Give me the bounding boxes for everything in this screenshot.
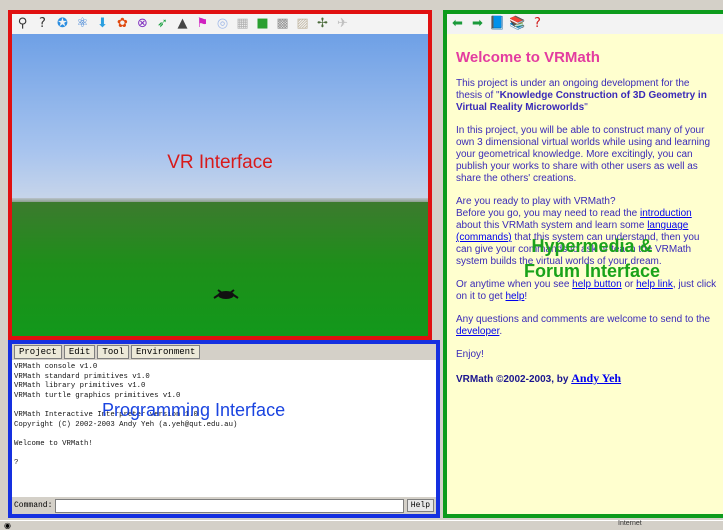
security-zone: Internet	[618, 520, 642, 527]
help-link[interactable]: help	[505, 291, 524, 302]
command-label: Command:	[14, 501, 53, 510]
menu-project[interactable]: Project	[14, 345, 62, 359]
atom-icon[interactable]: ⚛	[74, 16, 91, 32]
developer-link[interactable]: developer	[456, 326, 499, 337]
welcome-content: Welcome to VRMath This project is under …	[456, 49, 718, 397]
hypermedia-toolbar: ⬅ ➡ 📘 📚?	[447, 14, 723, 34]
programming-interface-label: Programming Interface	[102, 400, 286, 420]
copyright-line: VRMath ©2002-2003, by Andy Yeh	[456, 371, 622, 385]
introduction-link[interactable]: introduction	[640, 208, 692, 219]
programming-interface-panel: Project Edit Tool Environment VRMath consol…	[8, 340, 440, 518]
sphere-icon[interactable]: ◎	[214, 16, 231, 32]
vr-ground	[12, 202, 428, 336]
box-icon[interactable]: ▨	[294, 16, 311, 32]
command-bar: Command: Help	[12, 497, 436, 514]
programming-menubar: Project Edit Tool Environment	[12, 344, 436, 360]
download-icon[interactable]: ⬇	[94, 16, 111, 32]
console-line: VRMath standard primitives v1.0	[14, 372, 150, 381]
forward-icon[interactable]: ➡	[469, 16, 486, 32]
vr-sky	[12, 34, 428, 202]
cone-icon[interactable]: ▲	[174, 16, 191, 32]
plane-icon[interactable]: ✈	[334, 16, 351, 32]
console-line: ?	[14, 458, 19, 467]
grid-icon[interactable]: ▦	[234, 16, 251, 32]
hypermedia-forum-panel: ⬅ ➡ 📘 📚? Welcome to VRMath This project is …	[443, 10, 723, 518]
dropper-icon[interactable]: ⚲	[14, 16, 31, 32]
cross-circle-icon[interactable]: ⊗	[134, 16, 151, 32]
book-icon[interactable]: 📘	[489, 16, 506, 32]
cube-icon[interactable]: ■	[254, 16, 271, 32]
turtle-icon[interactable]	[211, 286, 241, 302]
arrow-curve-icon[interactable]: ➶	[154, 16, 171, 32]
help-cursor-icon[interactable]: ?	[34, 16, 51, 32]
console-line: VRMath library primitives v1.0	[14, 382, 146, 391]
intro-paragraph: In this project, you will be able to con…	[456, 125, 711, 184]
turtle-icon[interactable]: ✢	[314, 16, 331, 32]
vr-interface-panel[interactable]: ⚲? ✪ ⚛ ⬇ ✿ ⊗ ➶ ▲ ⚑ ◎ ▦ ■ ▩ ▨ ✢ ✈ VR Interface	[8, 10, 432, 340]
star-icon[interactable]: ✪	[54, 16, 71, 32]
author-link[interactable]: Andy Yeh	[571, 371, 621, 385]
welcome-title: Welcome to VRMath	[456, 49, 600, 66]
ready-paragraph: Are you ready to play with VRMath?	[456, 196, 616, 207]
contact-paragraph: Any questions and comments are welcome t…	[456, 314, 711, 337]
help-button[interactable]: Help	[406, 499, 434, 512]
enjoy-text: Enjoy!	[456, 349, 484, 360]
checker-icon[interactable]: ▩	[274, 16, 291, 32]
flower-icon[interactable]: ✿	[114, 16, 131, 32]
command-input[interactable]	[55, 498, 404, 513]
console-line: Welcome to VRMath!	[14, 439, 93, 448]
thesis-paragraph: This project is under an ongoing develop…	[456, 78, 707, 113]
back-icon[interactable]: ⬅	[449, 16, 466, 32]
hypermedia-forum-label: Hypermedia & Forum Interface	[523, 236, 661, 281]
menu-edit[interactable]: Edit	[63, 345, 96, 359]
flag-icon[interactable]: ⚑	[194, 16, 211, 32]
menu-environment[interactable]: Environment	[131, 345, 201, 359]
books-icon[interactable]: 📚	[509, 16, 526, 32]
vr-toolbar: ⚲? ✪ ⚛ ⬇ ✿ ⊗ ➶ ▲ ⚑ ◎ ▦ ■ ▩ ▨ ✢ ✈	[12, 14, 428, 34]
console-line: Copyright (C) 2002-2003 Andy Yeh (a.yeh@…	[14, 420, 238, 429]
menu-tool[interactable]: Tool	[97, 345, 130, 359]
console-line: VRMath console v1.0	[14, 363, 98, 371]
help-icon[interactable]: ?	[529, 16, 546, 32]
vr-interface-label: VR Interface	[167, 152, 273, 173]
